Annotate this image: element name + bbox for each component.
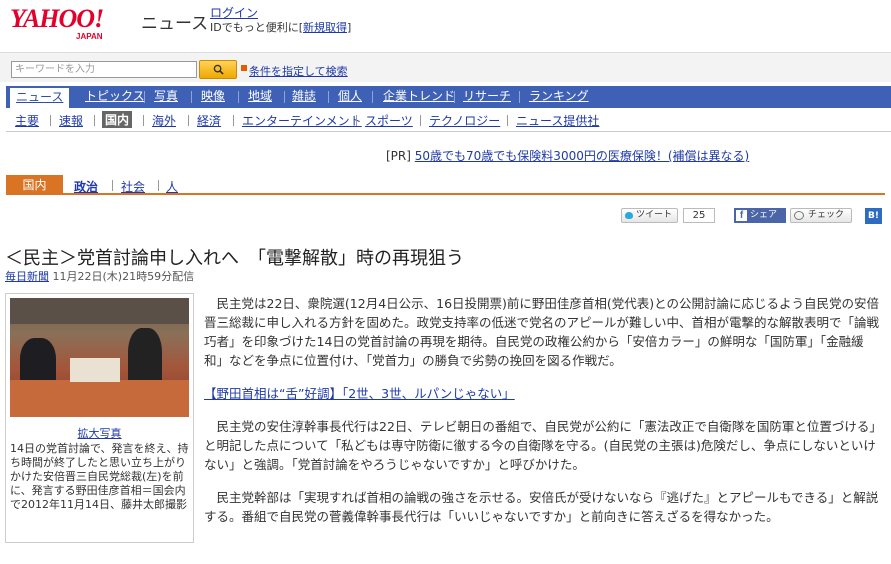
subnav-separator bbox=[143, 115, 144, 126]
nav-separator bbox=[191, 91, 192, 103]
nav-item-news[interactable]: ニュース bbox=[10, 86, 70, 108]
subnav-separator bbox=[420, 115, 421, 126]
nav-item-magazine[interactable]: 雑誌 bbox=[292, 86, 316, 108]
search-bar: キーワードを入力 条件を指定して検索 bbox=[0, 52, 891, 82]
subnav-separator bbox=[94, 115, 95, 126]
mixi-check-button[interactable]: チェック bbox=[790, 208, 852, 223]
subnav-item-sports[interactable]: スポーツ bbox=[365, 112, 413, 129]
photo-figure-right bbox=[128, 328, 162, 388]
related-article-link[interactable]: 【野田首相は“舌”好調】「2世、3世、ルパンじゃない」 bbox=[204, 384, 882, 403]
pr-ad: [PR] 50歳でも70歳でも保険料3000円の医療保険！(補償は異なる) bbox=[386, 147, 749, 164]
subnav-item-main[interactable]: 主要 bbox=[15, 112, 39, 129]
photo-box: 拡大写真 14日の党首討論で、発言を終え、持ち時間が終了したと思い立ち上がりかけ… bbox=[5, 293, 194, 543]
publish-date: 11月22日(木)21時59分配信 bbox=[49, 270, 195, 283]
nav-item-region[interactable]: 地域 bbox=[248, 86, 272, 108]
tab-separator bbox=[112, 180, 113, 191]
subnav-item-international[interactable]: 海外 bbox=[152, 112, 176, 129]
tab-politics[interactable]: 政治 bbox=[74, 178, 98, 195]
subnav-item-technology[interactable]: テクノロジー bbox=[429, 112, 500, 129]
advanced-search-link[interactable]: 条件を指定して検索 bbox=[249, 63, 348, 79]
login-sub-suffix: ] bbox=[347, 21, 352, 34]
nav-separator bbox=[328, 91, 329, 103]
login-sub: IDでもっと便利に[新規取得] bbox=[210, 19, 351, 35]
article-paragraph: 民主党は22日、衆院選(12月4日公示、16日投開票)前に野田佳彦首相(党代表)… bbox=[204, 296, 880, 368]
yahoo-logo[interactable]: YAHOO! JAPAN bbox=[10, 4, 134, 42]
photo-caption: 14日の党首討論で、発言を終え、持ち時間が終了したと思い立ち上がりかけた安倍晋三… bbox=[10, 442, 189, 511]
subnav-item-breaking[interactable]: 速報 bbox=[59, 112, 83, 129]
nav-separator bbox=[372, 91, 373, 103]
article-photo[interactable] bbox=[10, 298, 189, 417]
subnav-item-domestic[interactable]: 国内 bbox=[102, 111, 133, 128]
search-button[interactable] bbox=[199, 60, 237, 79]
search-input[interactable]: キーワードを入力 bbox=[11, 61, 197, 78]
site-name[interactable]: ニュース bbox=[141, 9, 208, 34]
subnav-separator bbox=[233, 115, 234, 126]
subnav-separator bbox=[50, 115, 51, 126]
sub-nav: 主要 速報 国内 海外 経済 エンターテインメント スポーツ テクノロジー ニュ… bbox=[6, 108, 891, 132]
subnav-item-providers[interactable]: ニュース提供社 bbox=[516, 112, 599, 129]
photo-desk bbox=[10, 380, 189, 417]
register-link[interactable]: 新規取得 bbox=[303, 21, 347, 34]
nav-item-ranking[interactable]: ランキング bbox=[529, 86, 589, 108]
tab-separator bbox=[158, 180, 159, 191]
byline: 毎日新聞 11月22日(木)21時59分配信 bbox=[5, 268, 194, 284]
hatena-bookmark-button[interactable]: B! bbox=[865, 208, 882, 224]
nav-item-video[interactable]: 映像 bbox=[201, 86, 225, 108]
nav-separator bbox=[519, 91, 520, 103]
tab-domestic[interactable]: 国内 bbox=[6, 175, 63, 195]
share-label: シェア bbox=[750, 210, 778, 220]
subnav-item-entertainment[interactable]: エンターテインメント bbox=[242, 112, 362, 129]
article-paragraph: 民主党幹部は「実現すれば首相の論戦の強さを示せる。安倍氏が受けないなら『逃げた』… bbox=[204, 490, 879, 524]
nav-item-topics[interactable]: トピックス bbox=[85, 86, 145, 108]
main-nav: ニュース トピックス 写真 映像 地域 雑誌 個人 企業トレンド リサーチ ラン… bbox=[6, 86, 891, 108]
article-headline: ＜民主＞党首討論申し入れへ 「電撃解散」時の再現狙う bbox=[5, 248, 464, 269]
tweet-button[interactable]: ツイート bbox=[621, 208, 678, 223]
logo-text: YAHOO! bbox=[10, 4, 104, 33]
check-icon bbox=[794, 211, 804, 220]
subnav-item-economy[interactable]: 経済 bbox=[197, 112, 221, 129]
facebook-share-button[interactable]: f シェア bbox=[734, 208, 786, 223]
pr-link[interactable]: 50歳でも70歳でも保険料3000円の医療保険！(補償は異なる) bbox=[415, 149, 749, 163]
nav-separator bbox=[144, 91, 145, 103]
tab-society[interactable]: 社会 bbox=[121, 178, 145, 195]
login-sub-prefix: IDでもっと便利に[ bbox=[210, 21, 304, 34]
photo-background bbox=[10, 298, 189, 324]
article-body: 民主党は22日、衆院選(12月4日公示、16日投開票)前に野田佳彦首相(党代表)… bbox=[204, 294, 882, 540]
subnav-separator bbox=[507, 115, 508, 126]
source-link[interactable]: 毎日新聞 bbox=[5, 270, 49, 283]
logo-sub: JAPAN bbox=[76, 32, 103, 41]
nav-item-trends[interactable]: 企業トレンド bbox=[383, 86, 455, 108]
article-paragraph: 民主党の安住淳幹事長代行は22日、テレビ朝日の番組で、自民党が公約に「憲法改正で… bbox=[204, 419, 882, 472]
tab-people[interactable]: 人 bbox=[166, 178, 178, 195]
category-tabs: 国内 政治 社会 人 bbox=[6, 175, 885, 195]
nav-item-research[interactable]: リサーチ bbox=[463, 86, 511, 108]
photo-papers bbox=[70, 358, 120, 382]
nav-separator bbox=[284, 91, 285, 103]
facebook-icon: f bbox=[736, 210, 747, 221]
search-icon bbox=[213, 64, 224, 75]
nav-item-photos[interactable]: 写真 bbox=[154, 86, 178, 108]
subnav-separator bbox=[188, 115, 189, 126]
twitter-bird-icon bbox=[625, 212, 633, 219]
nav-separator bbox=[238, 91, 239, 103]
arrow-icon bbox=[241, 65, 247, 71]
pr-prefix: [PR] bbox=[386, 149, 411, 163]
tweet-count: 25 bbox=[683, 208, 715, 223]
enlarge-photo-link[interactable]: 拡大写真 bbox=[6, 425, 193, 441]
check-label: チェック bbox=[808, 210, 845, 220]
tweet-label: ツイート bbox=[636, 210, 673, 220]
nav-separator bbox=[454, 91, 455, 103]
nav-item-individual[interactable]: 個人 bbox=[338, 86, 362, 108]
subnav-separator bbox=[356, 115, 357, 126]
header: YAHOO! JAPAN ニュース ログイン IDでもっと便利に[新規取得] bbox=[0, 0, 891, 52]
